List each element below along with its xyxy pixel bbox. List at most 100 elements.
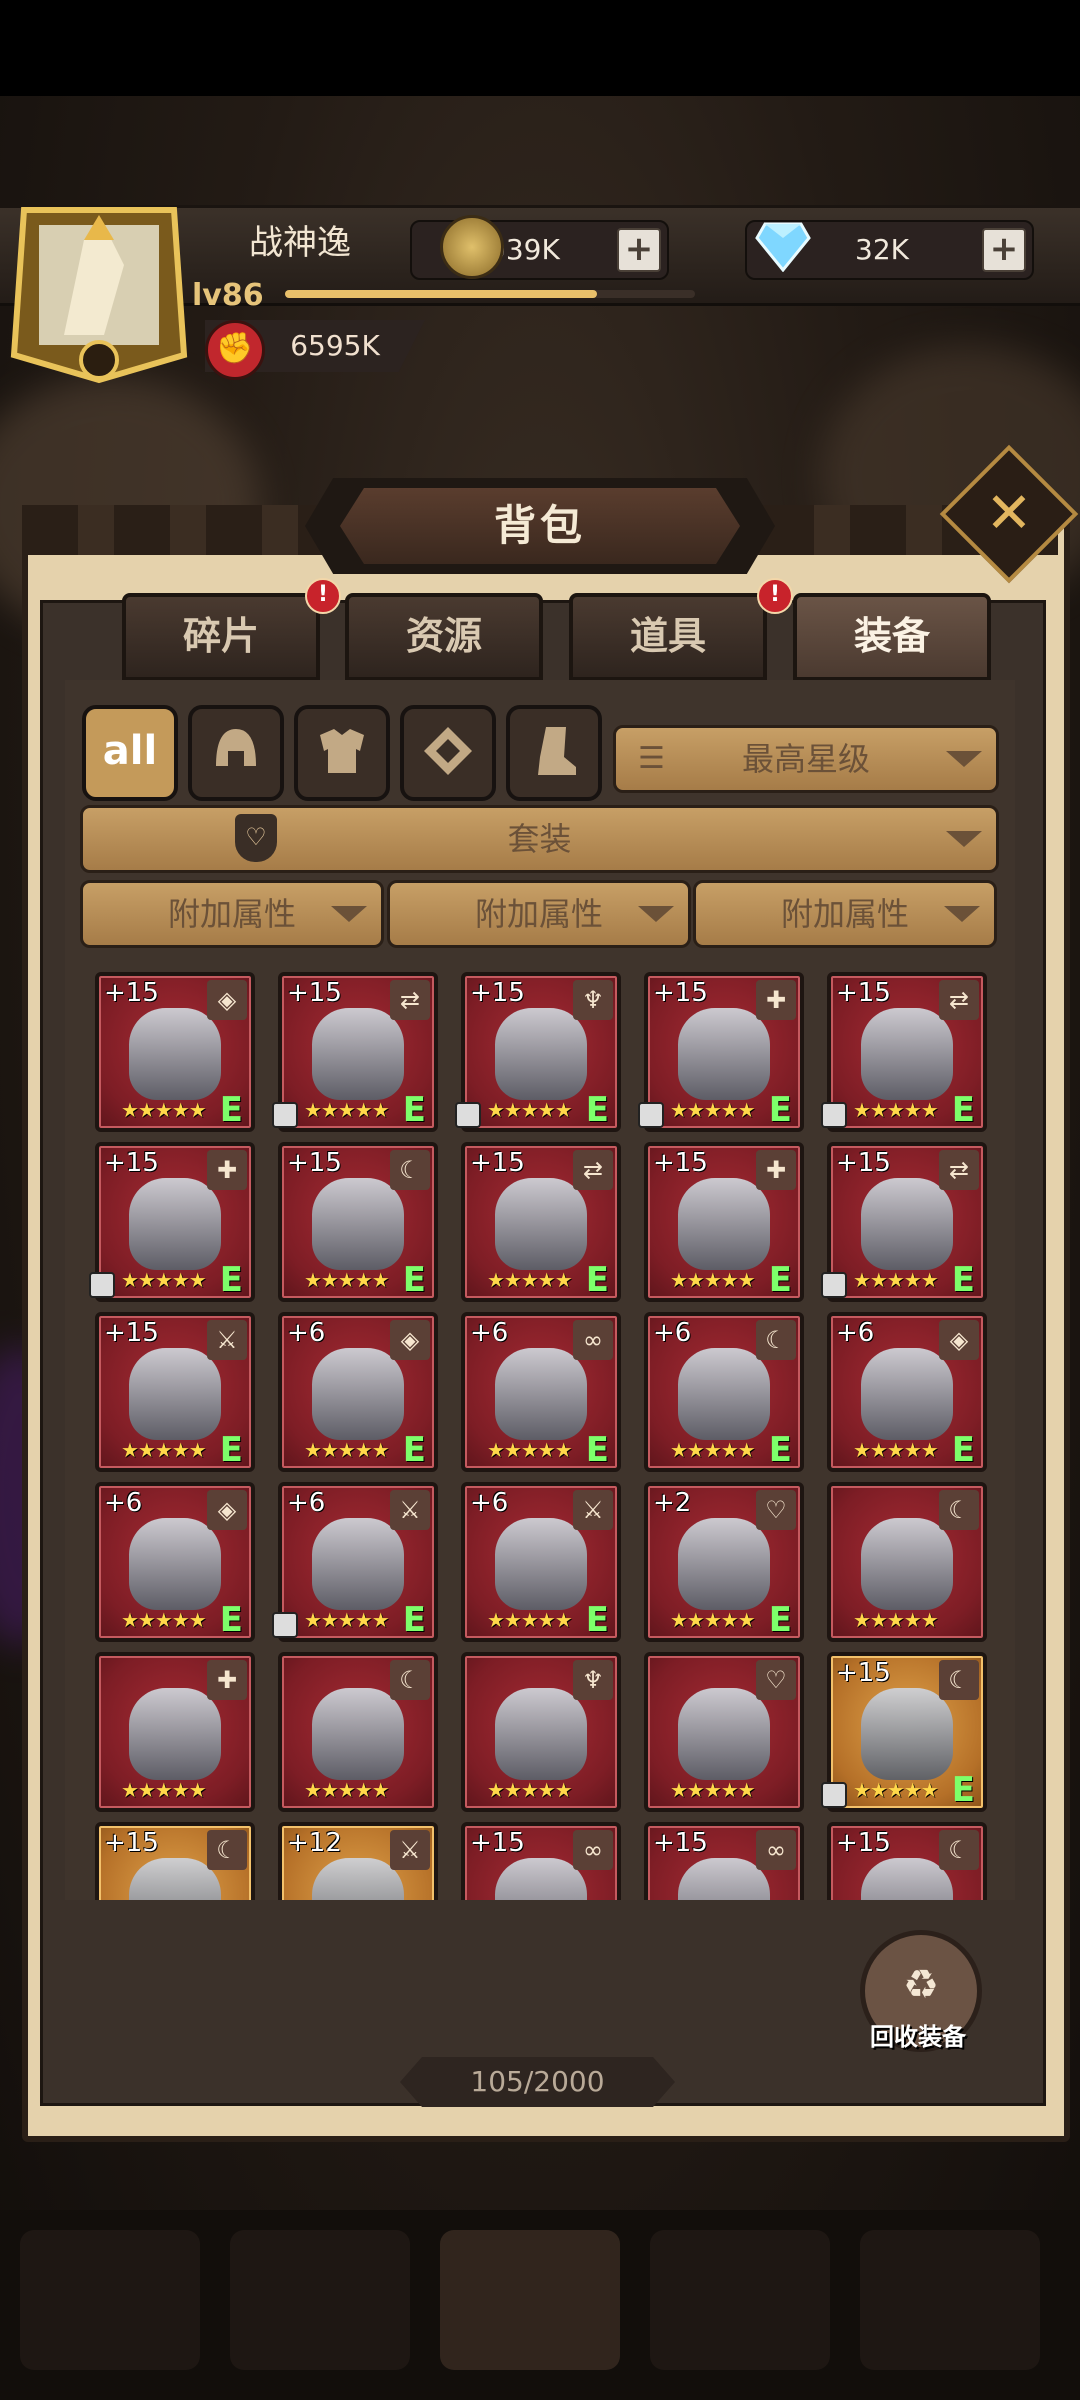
set-label: 套装: [507, 820, 572, 858]
sort-label: 最高星级: [741, 740, 870, 778]
set-tag-icon: ✚: [756, 1150, 796, 1190]
equipment-art: [861, 1178, 953, 1270]
equipment-art: [678, 1348, 770, 1440]
enhance-level: +15: [104, 1318, 159, 1348]
equipment-art: [495, 1688, 587, 1780]
equipment-slot[interactable]: +15 ♆ ★★★★★ E: [461, 972, 621, 1132]
enhance-level: +6: [104, 1488, 143, 1518]
attribute-dropdown-1[interactable]: 附加属性: [80, 880, 384, 948]
close-button[interactable]: ✕: [960, 465, 1058, 563]
grade-letter: E: [768, 1090, 792, 1130]
equipment-slot[interactable]: +15 ◈ ★★★★★ E: [95, 972, 255, 1132]
nav-slot[interactable]: [230, 2230, 410, 2370]
set-tag-icon: ♆: [573, 1660, 613, 1700]
equipment-slot[interactable]: +15 ∞: [644, 1822, 804, 1900]
equipment-art: [861, 1348, 953, 1440]
equipment-slot[interactable]: ☾ ★★★★★: [278, 1652, 438, 1812]
filter-helmet-icon[interactable]: [188, 705, 284, 801]
filter-all-button[interactable]: all: [82, 705, 178, 801]
star-rating: ★★★★★: [304, 1608, 390, 1632]
equipment-slot[interactable]: +15 ☾ ★★★★★ E: [278, 1142, 438, 1302]
set-dropdown[interactable]: ♡ 套装: [80, 805, 999, 873]
enhance-level: +15: [653, 1828, 708, 1858]
equipment-slot[interactable]: +15 ⇄ ★★★★★ E: [461, 1142, 621, 1302]
tab-equipment[interactable]: 装备: [793, 593, 991, 681]
tab-items[interactable]: 道具: [569, 593, 767, 681]
equipment-slot[interactable]: +15 ✚ ★★★★★ E: [644, 972, 804, 1132]
equipment-slot[interactable]: ✚ ★★★★★: [95, 1652, 255, 1812]
equipment-slot[interactable]: +15 ☾: [95, 1822, 255, 1900]
equipment-art: [495, 1008, 587, 1100]
equipment-slot[interactable]: +15 ☾ ★★★★★ E: [827, 1652, 987, 1812]
equipment-slot[interactable]: +15 ⇄ ★★★★★ E: [278, 972, 438, 1132]
equipment-slot[interactable]: +6 ◈ ★★★★★ E: [827, 1312, 987, 1472]
equipment-slot[interactable]: +15 ⚔ ★★★★★ E: [95, 1312, 255, 1472]
attribute-label-1: 附加属性: [167, 895, 296, 933]
equipment-art: [312, 1008, 404, 1100]
equipment-art: [495, 1178, 587, 1270]
filter-armor-icon[interactable]: [294, 705, 390, 801]
equipment-slot[interactable]: ☾ ★★★★★: [827, 1482, 987, 1642]
equipment-art: [861, 1518, 953, 1610]
set-tag-icon: ◈: [939, 1320, 979, 1360]
recycle-icon: ♻: [903, 1962, 939, 2008]
star-rating: ★★★★★: [304, 1098, 390, 1122]
star-rating: ★★★★★: [670, 1268, 756, 1292]
enhance-level: +15: [287, 1148, 342, 1178]
equipment-art: [495, 1348, 587, 1440]
tab-items-badge: !: [757, 578, 793, 614]
star-rating: ★★★★★: [670, 1098, 756, 1122]
equipment-art: [312, 1688, 404, 1780]
attribute-dropdown-3[interactable]: 附加属性: [693, 880, 997, 948]
tab-fragments-badge: !: [305, 578, 341, 614]
add-diamond-button[interactable]: +: [982, 228, 1026, 272]
star-rating: ★★★★★: [853, 1268, 939, 1292]
nav-slot[interactable]: [860, 2230, 1040, 2370]
enhance-level: +6: [287, 1488, 326, 1518]
player-level: lv86: [192, 278, 264, 313]
equipment-art: [678, 1518, 770, 1610]
equipment-slot[interactable]: +6 ◈ ★★★★★ E: [278, 1312, 438, 1472]
equipment-slot[interactable]: +6 ☾ ★★★★★ E: [644, 1312, 804, 1472]
enhance-level: +15: [104, 1828, 159, 1858]
star-rating: ★★★★★: [853, 1098, 939, 1122]
equipment-slot[interactable]: +2 ♡ ★★★★★ E: [644, 1482, 804, 1642]
set-tag-icon: ◈: [390, 1320, 430, 1360]
chevron-down-icon: [638, 906, 674, 922]
equipment-slot[interactable]: +6 ◈ ★★★★★ E: [95, 1482, 255, 1642]
set-tag-icon: ⚔: [390, 1830, 430, 1870]
equipment-slot[interactable]: +15 ✚ ★★★★★ E: [95, 1142, 255, 1302]
nav-slot[interactable]: [650, 2230, 830, 2370]
tab-resources[interactable]: 资源: [345, 593, 543, 681]
equipment-slot[interactable]: +15 ✚ ★★★★★ E: [644, 1142, 804, 1302]
avatar[interactable]: [4, 195, 194, 385]
equipment-slot[interactable]: +15 ⇄ ★★★★★ E: [827, 1142, 987, 1302]
grade-letter: E: [951, 1430, 975, 1470]
nav-slot[interactable]: [20, 2230, 200, 2370]
player-hud: 战神逸 9039K + 32K + lv86 6595K ✊: [0, 195, 1080, 395]
equipment-slot[interactable]: +15 ⇄ ★★★★★ E: [827, 972, 987, 1132]
equipment-art: [129, 1008, 221, 1100]
equipment-slot[interactable]: +6 ⚔ ★★★★★ E: [278, 1482, 438, 1642]
set-tag-icon: ⇄: [939, 1150, 979, 1190]
equipment-slot[interactable]: +6 ∞ ★★★★★ E: [461, 1312, 621, 1472]
equipment-slot[interactable]: +15 ∞: [461, 1822, 621, 1900]
star-rating: ★★★★★: [853, 1778, 939, 1802]
add-gold-button[interactable]: +: [617, 228, 661, 272]
nav-slot[interactable]: [440, 2230, 620, 2370]
filter-boots-icon[interactable]: [506, 705, 602, 801]
equipment-slot[interactable]: +12 ⚔: [278, 1822, 438, 1900]
enhance-level: +6: [470, 1318, 509, 1348]
set-tag-icon: ♆: [573, 980, 613, 1020]
equipment-slot[interactable]: ♡ ★★★★★: [644, 1652, 804, 1812]
attribute-dropdown-2[interactable]: 附加属性: [387, 880, 691, 948]
equipment-slot[interactable]: ♆ ★★★★★: [461, 1652, 621, 1812]
tab-fragments[interactable]: 碎片: [122, 593, 320, 681]
filter-accessory-icon[interactable]: [400, 705, 496, 801]
enhance-level: +15: [104, 1148, 159, 1178]
sort-dropdown[interactable]: ☰ 最高星级: [613, 725, 999, 793]
star-rating: ★★★★★: [121, 1438, 207, 1462]
equipment-slot[interactable]: +15 ☾: [827, 1822, 987, 1900]
capacity-count: 105/2000: [470, 2065, 605, 2098]
equipment-slot[interactable]: +6 ⚔ ★★★★★ E: [461, 1482, 621, 1642]
